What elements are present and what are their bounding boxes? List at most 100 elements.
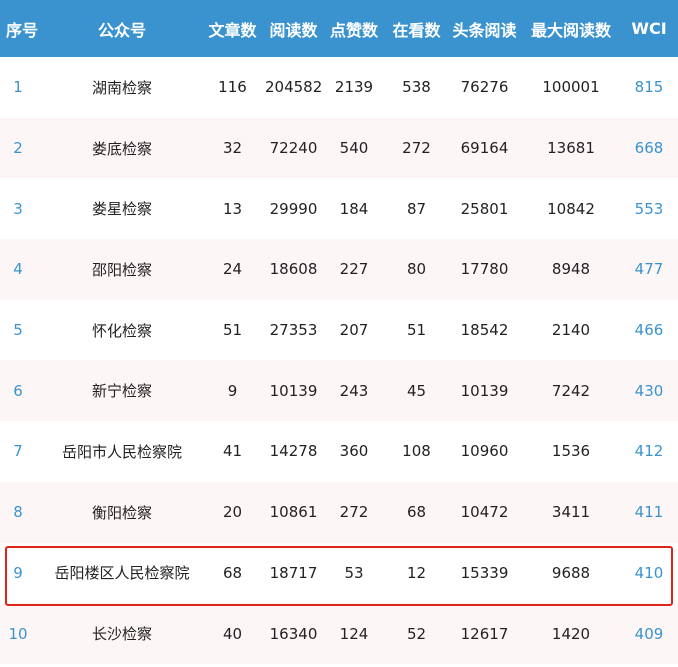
watching-cell: 108	[402, 442, 431, 461]
ranking-table: 序号 公众号 文章数 阅读数 点赞数 在看数 头条阅读 最大阅读数 WCI 1 湖…	[0, 0, 678, 664]
headline-reads-cell: 10960	[460, 442, 509, 461]
likes-cell: 53	[344, 563, 364, 582]
account-name-cell: 娄星检察	[91, 200, 152, 219]
max-reads-cell: 8948	[551, 260, 591, 279]
headline-reads-cell: 69164	[460, 139, 509, 158]
articles-cell: 68	[222, 563, 243, 582]
account-name-cell: 衡阳检察	[91, 503, 152, 522]
reads-cell: 29990	[269, 199, 318, 218]
wci-cell[interactable]: 477	[620, 260, 678, 278]
reads-cell: 27353	[269, 321, 318, 340]
account-name-cell: 娄底检察	[91, 139, 152, 158]
table-row: 6 新宁检察 9 10139 243 45 10139 7242 430	[0, 360, 678, 422]
reads-cell: 18608	[269, 260, 318, 279]
max-reads-cell: 9688	[551, 563, 591, 582]
header-headline-reads: 头条阅读	[452, 20, 517, 40]
max-reads-cell: 13681	[547, 139, 595, 158]
headline-reads-cell: 15339	[460, 563, 509, 582]
header-rank: 序号	[5, 20, 38, 40]
headline-reads-cell: 76276	[460, 78, 509, 97]
likes-cell: 360	[339, 442, 369, 461]
watching-cell: 12	[406, 563, 427, 582]
max-reads-cell: 1536	[551, 442, 591, 461]
watching-cell: 272	[402, 139, 431, 158]
headline-reads-cell: 18542	[460, 321, 509, 340]
watching-cell: 87	[406, 199, 427, 218]
articles-cell: 9	[227, 381, 238, 400]
table-row: 2 娄底检察 32 72240 540 272 69164 13681 668	[0, 117, 678, 179]
header-articles: 文章数	[208, 20, 257, 40]
reads-cell: 16340	[269, 624, 318, 643]
watching-cell: 538	[402, 78, 431, 97]
reads-cell: 18717	[269, 563, 318, 582]
account-name-cell: 湖南检察	[91, 78, 152, 97]
header-reads: 阅读数	[269, 20, 318, 40]
account-name-cell: 岳阳市人民检察院	[61, 442, 182, 461]
max-reads-cell: 100001	[542, 78, 600, 97]
max-reads-cell: 7242	[551, 381, 591, 400]
watching-cell: 51	[406, 321, 427, 340]
table-row: 4 邵阳检察 24 18608 227 80 17780 8948 477	[0, 239, 678, 300]
articles-cell: 32	[222, 139, 243, 158]
reads-cell: 204582	[265, 78, 322, 97]
articles-cell: 116	[218, 78, 247, 97]
reads-cell: 10861	[269, 503, 318, 522]
wci-cell[interactable]: 466	[620, 321, 678, 339]
headline-reads-cell: 25801	[460, 199, 509, 218]
watching-cell: 52	[406, 624, 427, 643]
wci-cell[interactable]: 412	[620, 442, 678, 460]
header-wci: WCI	[631, 19, 667, 38]
max-reads-cell: 2140	[551, 321, 591, 340]
reads-cell: 10139	[269, 381, 318, 400]
max-reads-cell: 10842	[547, 199, 595, 218]
table-row: 9 岳阳楼区人民检察院 68 18717 53 12 15339 9688 410	[0, 543, 678, 604]
rank-cell[interactable]: 3	[0, 200, 44, 218]
articles-cell: 13	[222, 199, 243, 218]
rank-cell[interactable]: 2	[0, 139, 44, 157]
articles-cell: 20	[222, 503, 243, 522]
likes-cell: 272	[339, 503, 369, 522]
wci-cell[interactable]: 553	[620, 200, 678, 218]
rank-cell[interactable]: 7	[0, 442, 44, 460]
likes-cell: 184	[339, 199, 369, 218]
wci-cell[interactable]: 411	[620, 503, 678, 521]
table-row: 7 岳阳市人民检察院 41 14278 360 108 10960 1536 412	[0, 421, 678, 482]
wci-cell[interactable]: 430	[620, 382, 678, 400]
table-row: 10 长沙检察 40 16340 124 52 12617 1420 409	[0, 603, 678, 664]
likes-cell: 2139	[334, 78, 374, 97]
rank-cell[interactable]: 10	[0, 625, 44, 643]
rank-cell[interactable]: 8	[0, 503, 44, 521]
account-name-cell: 新宁检察	[91, 382, 152, 401]
rank-cell[interactable]: 9	[0, 564, 44, 582]
watching-cell: 68	[406, 503, 427, 522]
reads-cell: 14278	[269, 442, 318, 461]
wci-cell[interactable]: 668	[620, 139, 678, 157]
articles-cell: 24	[222, 260, 243, 279]
wci-cell[interactable]: 409	[620, 625, 678, 643]
table-row: 3 娄星检察 13 29990 184 87 25801 10842 553	[0, 178, 678, 239]
headline-reads-cell: 17780	[460, 260, 509, 279]
rank-cell[interactable]: 5	[0, 321, 44, 339]
rank-cell[interactable]: 4	[0, 260, 44, 278]
table-header: 序号 公众号 文章数 阅读数 点赞数 在看数 头条阅读 最大阅读数 WCI	[0, 0, 678, 57]
watching-cell: 80	[406, 260, 427, 279]
headline-reads-cell: 10139	[460, 381, 509, 400]
articles-cell: 40	[222, 624, 243, 643]
header-likes: 点赞数	[329, 20, 378, 40]
table-row: 8 衡阳检察 20 10861 272 68 10472 3411 411	[0, 481, 678, 543]
account-name-cell: 怀化检察	[91, 321, 152, 340]
max-reads-cell: 3411	[551, 503, 591, 522]
rank-cell[interactable]: 1	[0, 78, 44, 96]
header-max-reads: 最大阅读数	[530, 20, 611, 40]
watching-cell: 45	[406, 381, 427, 400]
rank-cell[interactable]: 6	[0, 382, 44, 400]
likes-cell: 207	[339, 321, 369, 340]
wci-cell[interactable]: 410	[620, 564, 678, 582]
likes-cell: 227	[339, 260, 369, 279]
table-row: 5 怀化检察 51 27353 207 51 18542 2140 466	[0, 300, 678, 361]
header-account: 公众号	[97, 20, 146, 40]
articles-cell: 41	[222, 442, 243, 461]
wci-cell[interactable]: 815	[620, 78, 678, 96]
likes-cell: 540	[339, 139, 369, 158]
account-name-cell: 岳阳楼区人民检察院	[54, 564, 190, 583]
